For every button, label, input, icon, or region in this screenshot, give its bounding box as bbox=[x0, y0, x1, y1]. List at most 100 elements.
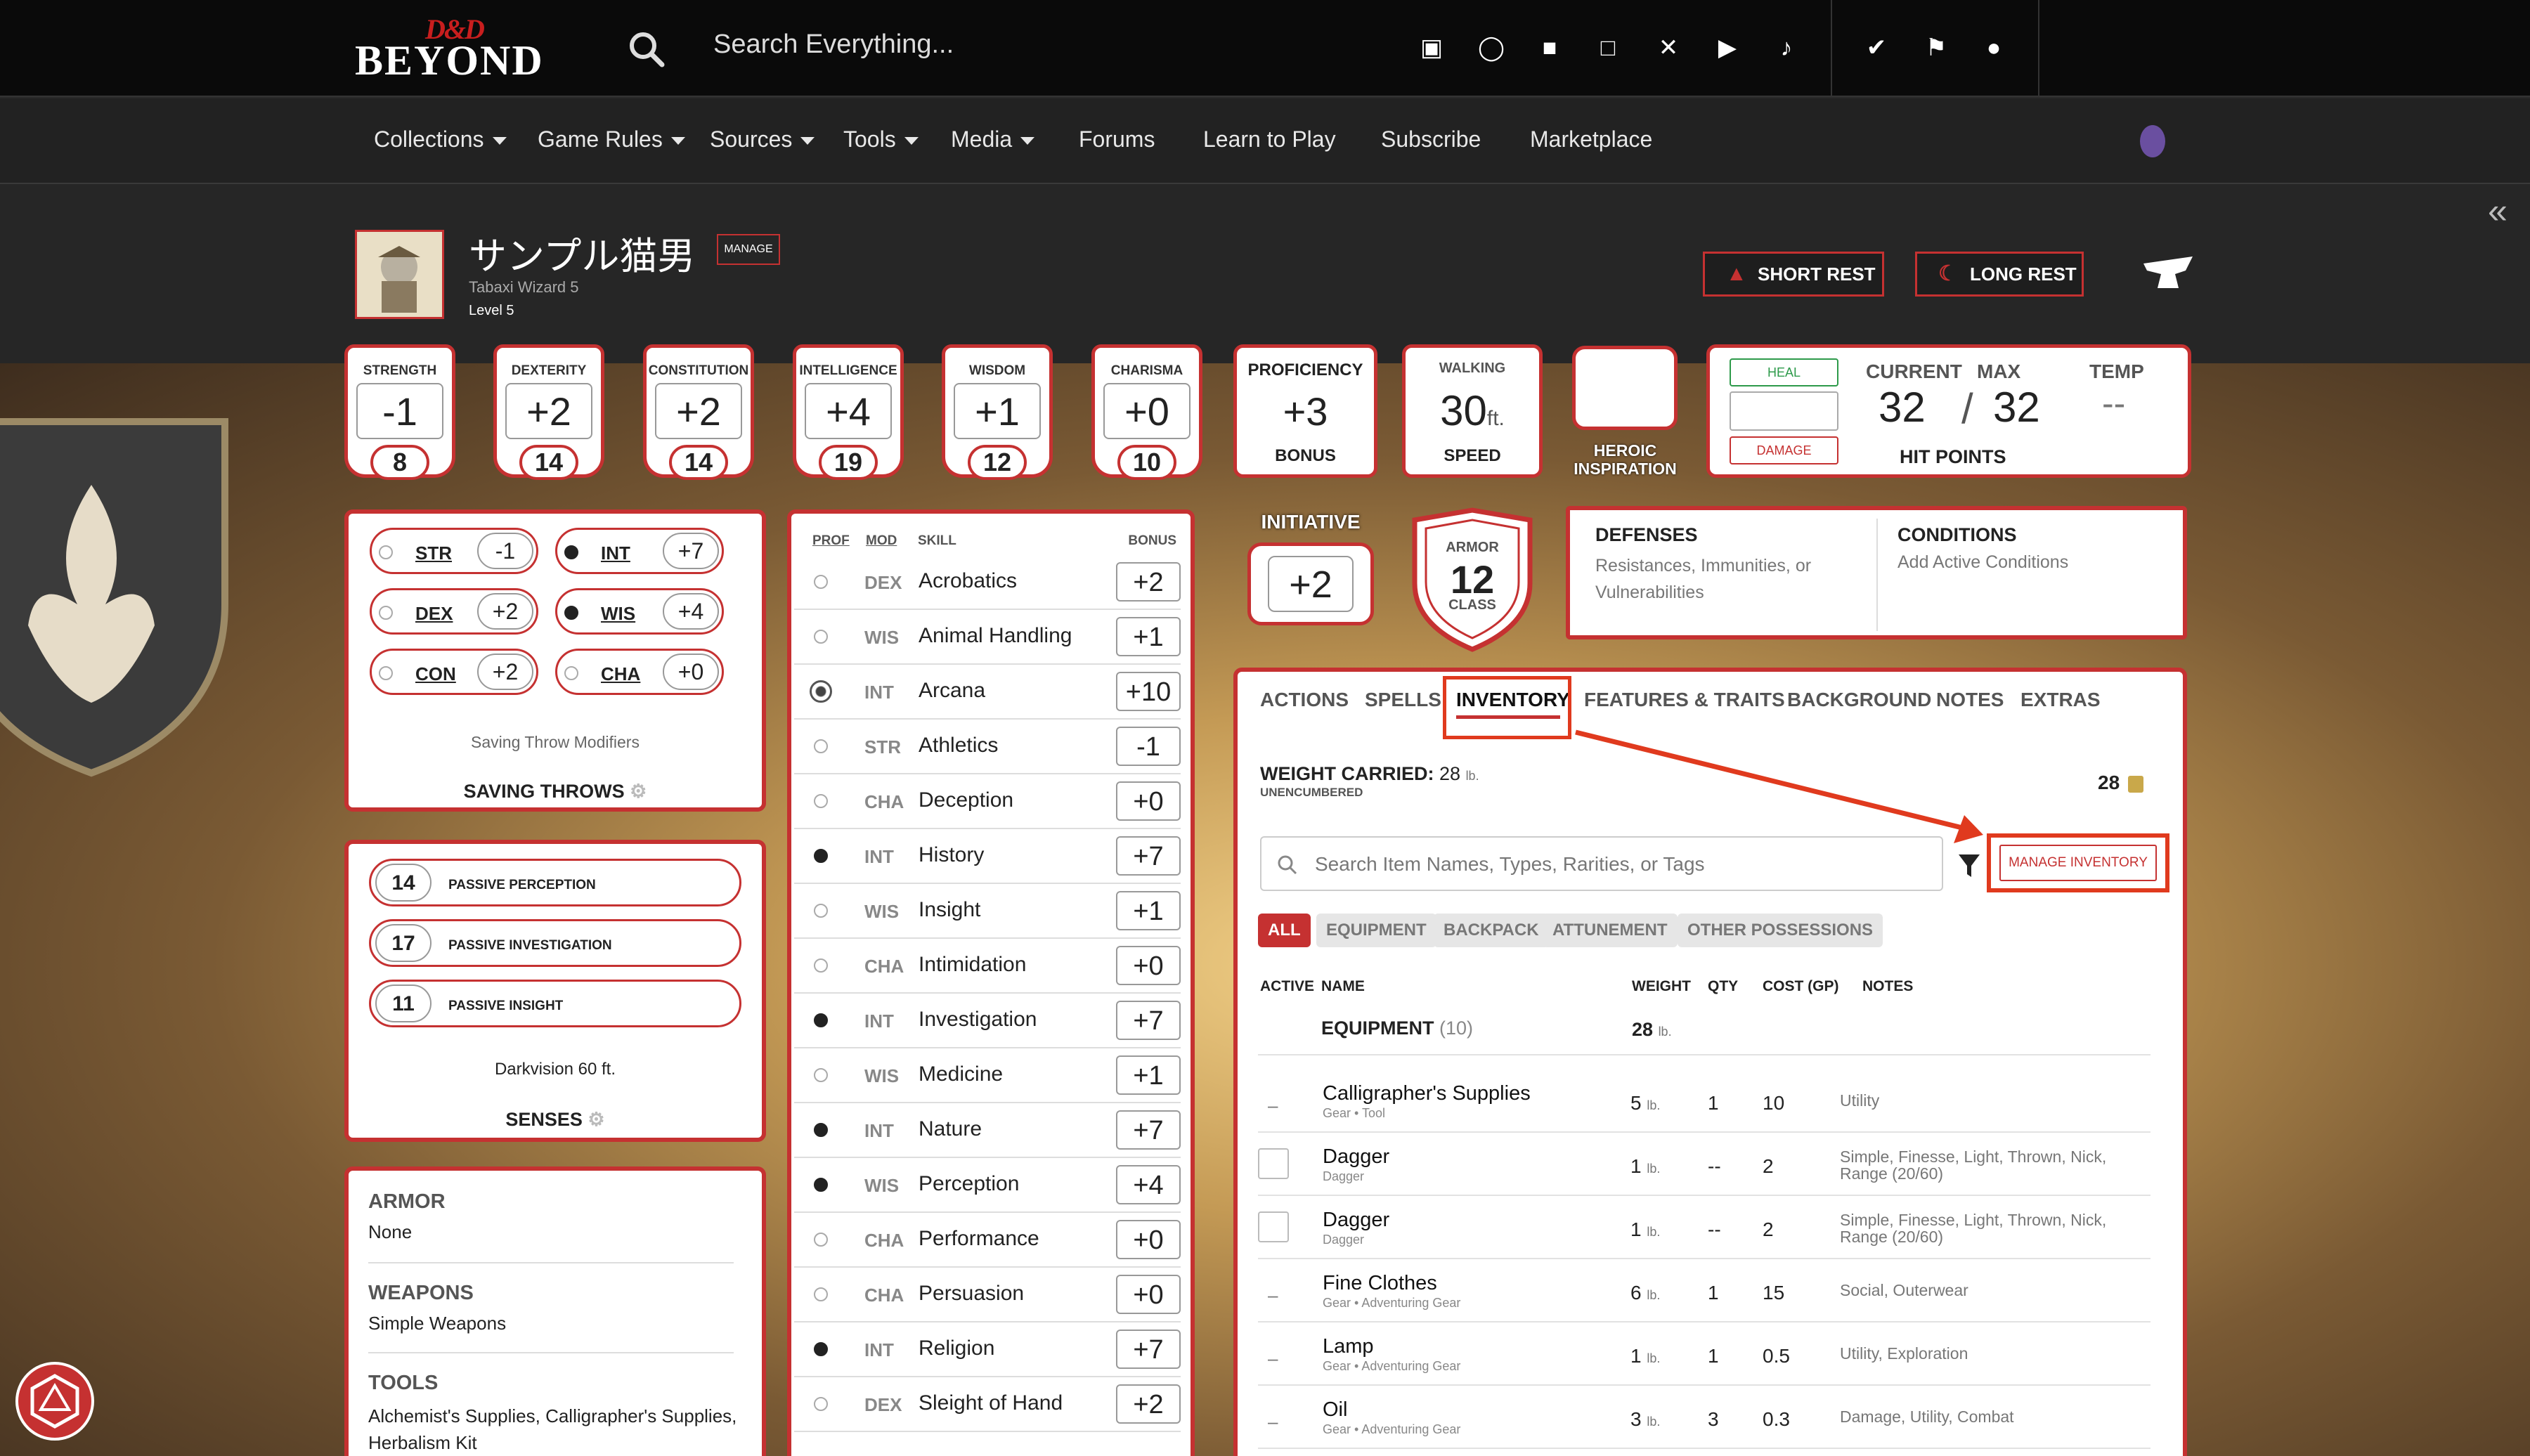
filter-equipment[interactable]: EQUIPMENT bbox=[1316, 914, 1436, 947]
equip-checkbox[interactable] bbox=[1258, 1211, 1289, 1242]
current-hp[interactable]: 32 bbox=[1879, 383, 1926, 431]
bell-icon[interactable]: ⚑ bbox=[1921, 32, 1952, 63]
ability-strength[interactable]: STRENGTH -1 8 bbox=[344, 344, 455, 480]
manage-inventory-button[interactable]: MANAGE INVENTORY bbox=[1999, 845, 2157, 881]
nav-learn-to-play[interactable]: Learn to Play bbox=[1203, 126, 1336, 152]
skill-row[interactable]: INT Nature +7 bbox=[794, 1103, 1181, 1158]
inventory-row[interactable]: – Oil Gear • Adventuring Gear 3 lb. 3 0.… bbox=[1258, 1386, 2150, 1449]
heal-button[interactable]: HEAL bbox=[1730, 358, 1838, 386]
nav-tools[interactable]: Tools bbox=[843, 126, 919, 152]
nav-collections[interactable]: Collections bbox=[374, 126, 507, 152]
skill-row[interactable]: WIS Perception +4 bbox=[794, 1158, 1181, 1213]
nav-subscribe[interactable]: Subscribe bbox=[1381, 126, 1481, 152]
character-avatar[interactable] bbox=[355, 230, 444, 319]
damage-button[interactable]: DAMAGE bbox=[1730, 436, 1838, 464]
weight-carried-label: WEIGHT CARRIED: bbox=[1260, 763, 1434, 784]
save-con[interactable]: CON +2 bbox=[370, 649, 538, 695]
skill-row[interactable]: INT History +7 bbox=[794, 829, 1181, 884]
skill-row[interactable]: CHA Persuasion +0 bbox=[794, 1268, 1181, 1322]
equip-checkbox[interactable] bbox=[1258, 1148, 1289, 1179]
heroic-inspiration-label: HEROIC INSPIRATION bbox=[1574, 441, 1677, 478]
passive-insight: 11 PASSIVE INSIGHT bbox=[369, 980, 741, 1027]
expertise-dot bbox=[810, 680, 832, 703]
inventory-row[interactable]: Dagger Dagger 1 lb. -- 2 Simple, Finesse… bbox=[1258, 1196, 2150, 1259]
inventory-row[interactable]: – Lamp Gear • Adventuring Gear 1 lb. 1 0… bbox=[1258, 1322, 2150, 1386]
save-str[interactable]: STR -1 bbox=[370, 528, 538, 574]
ability-modifier: +4 bbox=[805, 383, 892, 439]
search-input[interactable]: Search Everything... bbox=[713, 30, 954, 60]
tab-features-traits[interactable]: FEATURES & TRAITS bbox=[1584, 689, 1785, 711]
tab-actions[interactable]: ACTIONS bbox=[1260, 689, 1349, 711]
tab-background[interactable]: BACKGROUND bbox=[1787, 689, 1931, 711]
inventory-row[interactable]: – Calligrapher's Supplies Gear • Tool 5 … bbox=[1258, 1070, 2150, 1133]
filter-other-possessions[interactable]: OTHER POSSESSIONS bbox=[1678, 914, 1883, 947]
defenses-title[interactable]: DEFENSES bbox=[1595, 524, 1698, 546]
gear-icon[interactable]: ⚙ bbox=[630, 781, 647, 802]
hp-amount-input[interactable] bbox=[1730, 391, 1838, 431]
hit-points-panel: HEAL DAMAGE CURRENT MAX TEMP 32 / 32 -- … bbox=[1706, 344, 2191, 478]
discord-icon[interactable]: ▣ bbox=[1416, 32, 1447, 63]
skill-row[interactable]: CHA Deception +0 bbox=[794, 774, 1181, 829]
twitch-icon[interactable]: □ bbox=[1592, 32, 1623, 63]
youtube-icon[interactable]: ▶ bbox=[1712, 32, 1743, 63]
filter-all[interactable]: ALL bbox=[1258, 914, 1311, 947]
collapse-sidebar-icon[interactable]: « bbox=[2488, 193, 2519, 228]
x-icon[interactable]: ✕ bbox=[1653, 32, 1684, 63]
filter-backpack[interactable]: BACKPACK bbox=[1434, 914, 1549, 947]
tiktok-icon[interactable]: ♪ bbox=[1771, 32, 1802, 63]
skill-row[interactable]: INT Investigation +7 bbox=[794, 994, 1181, 1048]
dice-menu-icon[interactable]: ✔ bbox=[1861, 32, 1892, 63]
equipment-group-header[interactable]: EQUIPMENT (10) bbox=[1321, 1018, 1473, 1039]
initiative-box[interactable]: +2 bbox=[1247, 542, 1374, 625]
ability-intelligence[interactable]: INTELLIGENCE +4 19 bbox=[793, 344, 904, 480]
dnd-beyond-logo[interactable]: D&D BEYOND bbox=[355, 13, 559, 84]
gear-icon[interactable]: ⚙ bbox=[588, 1109, 604, 1130]
nav-game-rules[interactable]: Game Rules bbox=[538, 126, 685, 152]
inventory-row[interactable]: – Fine Clothes Gear • Adventuring Gear 6… bbox=[1258, 1259, 2150, 1322]
nav-sources[interactable]: Sources bbox=[710, 126, 815, 152]
tab-notes[interactable]: NOTES bbox=[1936, 689, 2004, 711]
save-dex[interactable]: DEX +2 bbox=[370, 588, 538, 635]
temp-hp[interactable]: -- bbox=[2102, 383, 2125, 424]
nav-marketplace[interactable]: Marketplace bbox=[1530, 126, 1652, 152]
tab-spells[interactable]: SPELLS bbox=[1365, 689, 1441, 711]
proficiency-dot bbox=[814, 1178, 828, 1192]
nav-media[interactable]: Media bbox=[951, 126, 1035, 152]
ability-wisdom[interactable]: WISDOM +1 12 bbox=[942, 344, 1053, 480]
facebook-icon[interactable]: ■ bbox=[1534, 32, 1565, 63]
skill-row[interactable]: CHA Intimidation +0 bbox=[794, 939, 1181, 994]
save-wis[interactable]: WIS +4 bbox=[555, 588, 724, 635]
skill-row[interactable]: DEX Acrobatics +2 bbox=[794, 555, 1181, 610]
skill-row[interactable]: CHA Performance +0 bbox=[794, 1213, 1181, 1268]
user-avatar-icon[interactable] bbox=[2140, 125, 2165, 157]
skill-row[interactable]: WIS Medicine +1 bbox=[794, 1048, 1181, 1103]
manage-character-button[interactable]: MANAGE bbox=[717, 234, 780, 265]
dice-roller-button[interactable] bbox=[15, 1362, 94, 1441]
filter-attunement[interactable]: ATTUNEMENT bbox=[1543, 914, 1678, 947]
skill-row[interactable]: WIS Animal Handling +1 bbox=[794, 610, 1181, 665]
skill-row[interactable]: DEX Sleight of Hand +2 bbox=[794, 1377, 1181, 1432]
heroic-inspiration-toggle[interactable] bbox=[1572, 346, 1678, 430]
instagram-icon[interactable]: ◯ bbox=[1476, 32, 1507, 63]
inventory-row[interactable]: Dagger Dagger 1 lb. -- 2 Simple, Finesse… bbox=[1258, 1133, 2150, 1196]
conditions-title[interactable]: CONDITIONS bbox=[1897, 524, 2017, 546]
currency-button[interactable]: 28 bbox=[2098, 772, 2143, 794]
chat-icon[interactable]: ● bbox=[1978, 32, 2009, 63]
darkvision: Darkvision 60 ft. bbox=[494, 1060, 616, 1079]
anvil-icon[interactable] bbox=[2136, 242, 2200, 299]
skill-row[interactable]: INT Arcana +10 bbox=[794, 665, 1181, 720]
long-rest-button[interactable]: ☾ LONG REST bbox=[1915, 252, 2084, 297]
save-int[interactable]: INT +7 bbox=[555, 528, 724, 574]
skill-row[interactable]: WIS Insight +1 bbox=[794, 884, 1181, 939]
ability-dexterity[interactable]: DEXTERITY +2 14 bbox=[493, 344, 604, 480]
tab-extras[interactable]: EXTRAS bbox=[2020, 689, 2101, 711]
proficiency-dot bbox=[379, 545, 393, 559]
skill-row[interactable]: STR Athletics -1 bbox=[794, 720, 1181, 774]
skill-row[interactable]: INT Religion +7 bbox=[794, 1322, 1181, 1377]
ability-charisma[interactable]: CHARISMA +0 10 bbox=[1091, 344, 1202, 480]
short-rest-button[interactable]: ▲ SHORT REST bbox=[1703, 252, 1884, 297]
save-cha[interactable]: CHA +0 bbox=[555, 649, 724, 695]
ability-constitution[interactable]: CONSTITUTION +2 14 bbox=[643, 344, 754, 480]
nav-forums[interactable]: Forums bbox=[1079, 126, 1155, 152]
search-icon[interactable] bbox=[625, 28, 668, 70]
